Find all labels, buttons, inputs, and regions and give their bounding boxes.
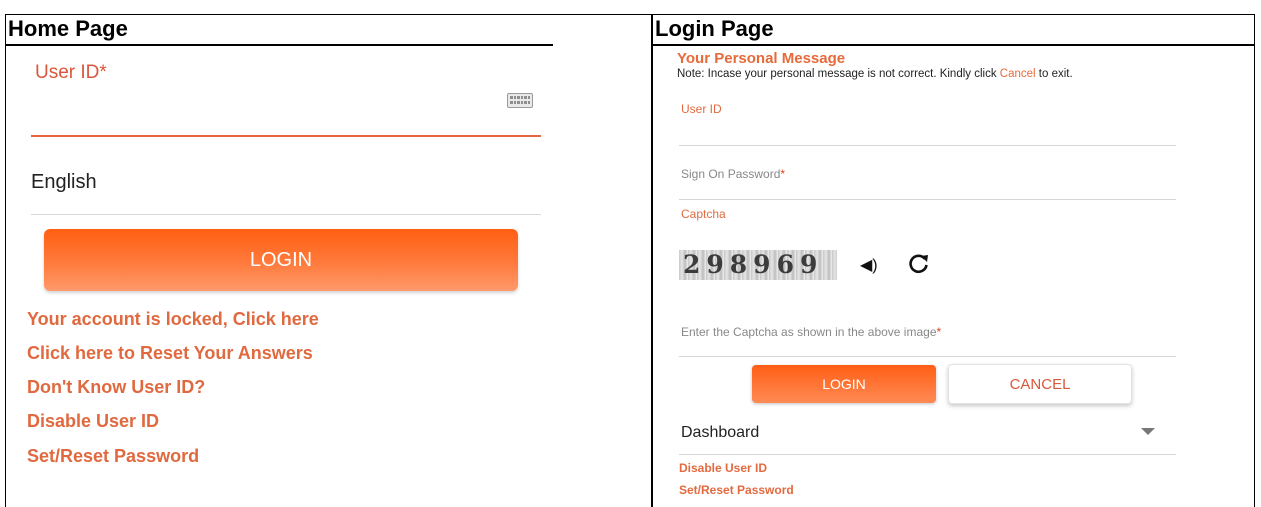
chevron-down-icon[interactable] [1141,428,1155,435]
captcha-input-label-text: Enter the Captcha as shown in the above … [681,325,937,339]
personal-message-note: Note: Incase your personal message is no… [677,68,1073,80]
userid-input-underline[interactable] [31,135,541,137]
disable-userid-link[interactable]: Disable User ID [679,461,767,475]
password-label: Sign On Password* [681,167,785,181]
set-reset-password-link[interactable]: Set/Reset Password [679,483,794,497]
login-button[interactable]: LOGIN [752,365,936,403]
personal-message-title: Your Personal Message [677,50,846,67]
captcha-image: 298969 [679,250,837,280]
required-mark: * [780,167,786,181]
login-button[interactable]: LOGIN [44,229,518,291]
note-cancel-link[interactable]: Cancel [1000,68,1036,80]
captcha-input-underline[interactable] [679,356,1176,357]
userid-label: User ID [681,102,722,116]
required-mark: * [936,325,942,339]
captcha-label: Captcha [681,207,726,221]
note-text: Note: Incase your personal message is no… [677,68,1000,80]
note-text-end: to exit. [1035,68,1073,80]
language-select[interactable]: English [31,171,97,194]
header-divider-left [5,44,553,46]
account-locked-link[interactable]: Your account is locked, Click here [27,309,319,330]
home-page-header: Home Page [8,16,128,41]
captcha-input-label: Enter the Captcha as shown in the above … [681,325,941,339]
keyboard-icon[interactable] [507,93,533,108]
reset-answers-link[interactable]: Click here to Reset Your Answers [27,343,313,364]
cancel-button[interactable]: CANCEL [948,364,1132,404]
dashboard-select-underline [679,454,1176,455]
userid-input-underline[interactable] [679,145,1176,146]
set-reset-password-link[interactable]: Set/Reset Password [27,446,199,467]
speaker-icon[interactable]: ◀) [860,255,878,275]
column-divider [651,14,653,507]
login-page-header: Login Page [655,16,774,41]
dashboard-select[interactable]: Dashboard [681,424,759,442]
refresh-icon[interactable] [908,252,930,274]
password-input-underline[interactable] [679,199,1176,200]
userid-label: User ID* [35,62,107,83]
disable-userid-link[interactable]: Disable User ID [27,411,159,432]
language-select-underline [31,214,541,215]
password-label-text: Sign On Password [681,167,781,181]
forgot-userid-link[interactable]: Don't Know User ID? [27,377,205,398]
header-divider-right [651,44,1255,46]
